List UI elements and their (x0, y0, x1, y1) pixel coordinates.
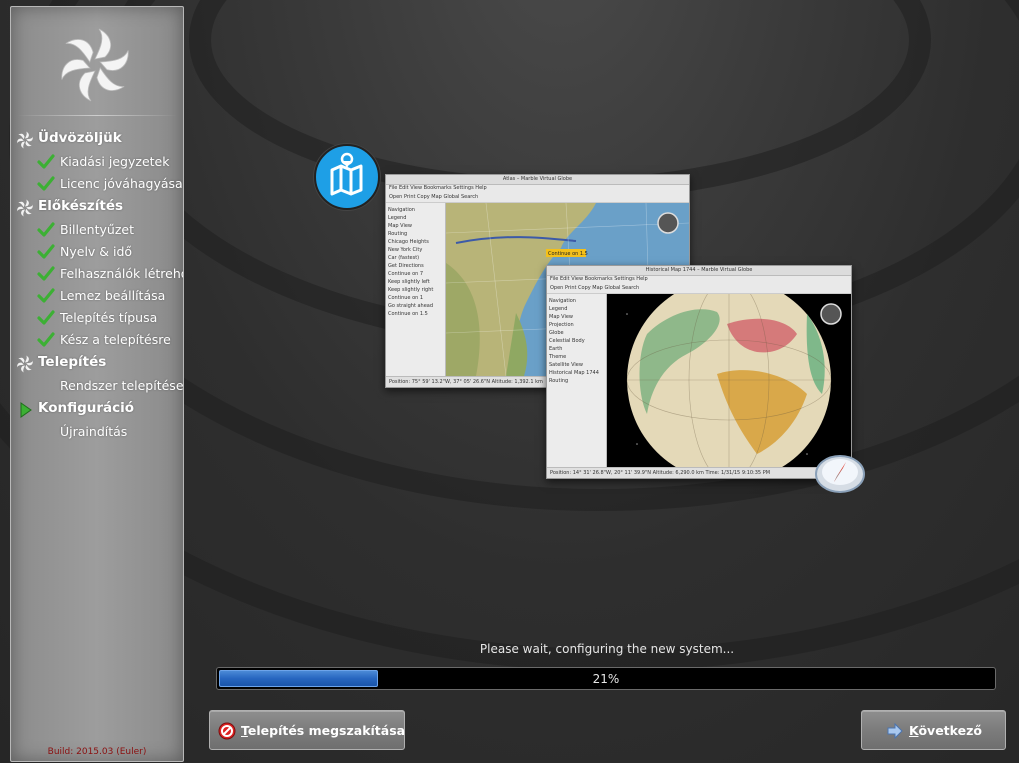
window-menubar: File Edit View Bookmarks Settings Help (389, 185, 487, 191)
checkmark-icon (37, 266, 55, 281)
sidebar-step: Telepítés típusa (11, 307, 183, 329)
sidebar-step: Nyelv & idő (11, 241, 183, 263)
panel-item: Celestial Body (549, 338, 585, 344)
window-statusbar: Position: 14° 31' 26.8"W, 20° 11' 39.9"N… (547, 467, 851, 478)
swirl-icon (17, 199, 33, 217)
sidebar-step-label: Telepítés (38, 354, 107, 370)
checkmark-icon (37, 176, 55, 191)
window-toolbar: Open Print Copy Map Global Search (386, 192, 689, 203)
panel-item: Legend (388, 215, 407, 221)
sidebar-step-label: Üdvözöljük (38, 130, 122, 146)
install-progress-bar: 21% (216, 667, 996, 690)
panel-item: Chicago Heights (388, 239, 429, 245)
sidebar-step: Lemez beállítása (11, 285, 183, 307)
sidebar-step-label: Kész a telepítésre (60, 332, 171, 347)
sidebar-step: Billentyűzet (11, 219, 183, 241)
sidebar-step-label: Rendszer telepítése (60, 378, 183, 393)
checkmark-icon (37, 310, 55, 325)
sidebar-step-label: Billentyűzet (60, 222, 134, 237)
sidebar-step-label: Lemez beállítása (60, 288, 166, 303)
panel-item: Keep slightly right (388, 287, 434, 293)
route-callout: Continue on 1.5 (548, 251, 588, 257)
panel-item: Satellite View (549, 362, 583, 368)
checkmark-icon (37, 154, 55, 169)
checkmark-icon (37, 288, 55, 303)
sidebar-step: Kiadási jegyzetek (11, 151, 183, 173)
panel-item: Theme (549, 354, 567, 360)
sidebar-step: Újraindítás (11, 421, 183, 443)
window-title: Atlas – Marble Virtual Globe (386, 175, 689, 185)
panel-item: Go straight ahead (388, 303, 434, 309)
progress-percent: 21% (592, 672, 620, 686)
slideshow-marble: Atlas – Marble Virtual Globe File Edit V… (300, 140, 880, 510)
installer-sidebar: Üdvözöljük Kiadási jegyzetek Licenc jóváha… (10, 6, 184, 762)
panel-item: Continue on 1 (388, 295, 424, 301)
panel-item: Get Directions (388, 263, 424, 269)
installer-steps: Üdvözöljük Kiadási jegyzetek Licenc jóváha… (11, 127, 183, 443)
sidebar-step-label: Nyelv & idő (60, 244, 133, 259)
arrow-right-icon (887, 722, 903, 740)
sidebar-step-label: Konfiguráció (38, 400, 135, 416)
panel-item: Continue on 7 (388, 271, 424, 277)
sidebar-step: Felhasználók létrehozása (11, 263, 183, 285)
swirl-icon (17, 355, 33, 373)
next-label: Következő (909, 723, 982, 738)
marble-window-historical: Historical Map 1744 – Marble Virtual Glo… (546, 265, 852, 479)
checkmark-icon (37, 222, 55, 237)
window-toolbar: Open Print Copy Map Global Search (547, 283, 851, 294)
sidebar-step: Licenc jóváhagyása (11, 173, 183, 195)
panel-item: Globe (549, 330, 564, 336)
swirl-icon (17, 131, 33, 149)
sidebar-step-label: Újraindítás (60, 424, 128, 439)
panel-item: Routing (388, 231, 408, 237)
window-menubar: File Edit View Bookmarks Settings Help (550, 276, 648, 282)
panel-item: Map View (549, 314, 574, 320)
panel-item: New York City (388, 247, 423, 253)
window-panel: Navigation Legend Map View Projection Globe C… (547, 294, 607, 468)
distro-swirl-logo (61, 28, 129, 102)
progress-message: Please wait, configuring the new system.… (479, 642, 735, 656)
sidebar-step-label: Telepítés típusa (60, 310, 158, 325)
sidebar-step-label: Licenc jóváhagyása (60, 176, 183, 191)
panel-item: Legend (549, 306, 568, 312)
panel-item: Navigation (388, 207, 415, 213)
panel-item: Routing (549, 378, 569, 384)
build-version: Build: 2015.03 (Euler) (47, 747, 147, 757)
checkmark-icon (37, 244, 55, 259)
panel-item: Keep slightly left (388, 279, 430, 285)
panel-item: Navigation (549, 298, 576, 304)
sidebar-step: Rendszer telepítése (11, 375, 183, 397)
map-icon (314, 144, 380, 210)
cancel-icon (218, 722, 236, 740)
sidebar-step-label: Előkészítés (38, 198, 124, 214)
logo-separator (17, 115, 177, 116)
panel-item: Historical Map 1744 (549, 370, 599, 376)
compass-icon (815, 455, 865, 493)
cancel-install-button[interactable]: Telepítés megszakítása (209, 710, 405, 750)
historical-globe-view (607, 294, 851, 468)
sidebar-step: Kész a telepítésre (11, 329, 183, 351)
panel-item: Car (fastest) (388, 255, 420, 261)
window-panel: Navigation Legend Map View Routing Chicago H… (386, 203, 446, 377)
panel-item: Map View (388, 223, 413, 229)
panel-item: Projection (549, 322, 574, 328)
sidebar-step-label: Kiadási jegyzetek (60, 154, 170, 169)
panel-item: Continue on 1.5 (388, 311, 428, 317)
cancel-install-label: Telepítés megszakítása (241, 723, 406, 738)
current-step-arrow-icon (20, 402, 32, 418)
sidebar-step: Előkészítés (11, 195, 183, 219)
next-button[interactable]: Következő (861, 710, 1006, 750)
panel-item: Earth (549, 346, 563, 352)
sidebar-step: Telepítés (11, 351, 183, 375)
sidebar-step-label: Felhasználók létrehozása (60, 266, 183, 281)
window-title: Historical Map 1744 – Marble Virtual Glo… (547, 266, 851, 276)
checkmark-icon (37, 332, 55, 347)
sidebar-step: Üdvözöljük (11, 127, 183, 151)
sidebar-step: Konfiguráció (11, 397, 183, 421)
